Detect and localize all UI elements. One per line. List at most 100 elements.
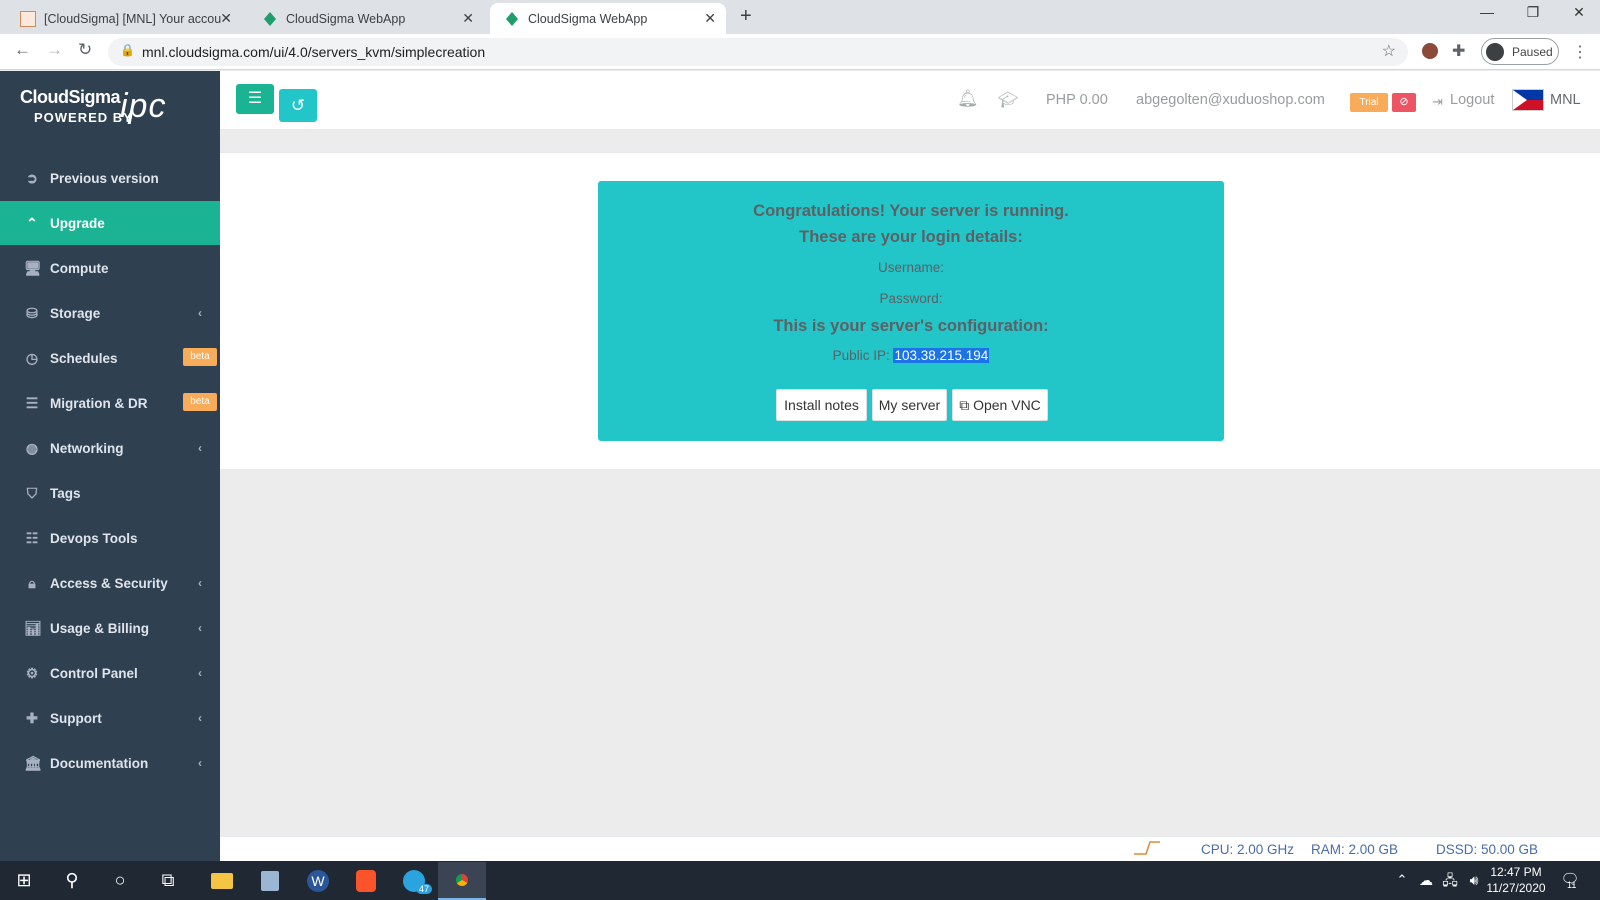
lock-icon[interactable]: 🔒: [120, 43, 135, 57]
telegram-badge: 47: [416, 884, 433, 894]
logo[interactable]: CloudSigma POWERED BY ipc: [0, 71, 220, 131]
close-icon[interactable]: ✕: [704, 10, 716, 27]
sidebar-item-label: Access & Security: [50, 575, 168, 591]
external-link-icon: ⧉: [959, 397, 970, 413]
refresh-icon: ↺: [290, 96, 306, 115]
address-bar[interactable]: 🔒 mnl.cloudsigma.com/ui/4.0/servers_kvm/…: [108, 38, 1408, 66]
chevron-left-icon: ‹: [198, 621, 202, 635]
open-vnc-label: Open VNC: [973, 397, 1041, 413]
sidebar-item-support[interactable]: ✚ Support ‹: [0, 696, 220, 740]
balance[interactable]: PHP 0.00: [1046, 92, 1108, 108]
sidebar-item-schedules[interactable]: ◷ Schedules beta: [0, 336, 220, 380]
resource-graph-icon: [1132, 838, 1162, 856]
location-label[interactable]: MNL: [1550, 92, 1581, 108]
sidebar-item-access-security[interactable]: 🔒︎ Access & Security ‹: [0, 561, 220, 605]
browser-menu-icon[interactable]: ⋮: [1572, 42, 1588, 62]
sidebar-item-compute[interactable]: 🖥︎ Compute: [0, 246, 220, 290]
brave-browser-icon[interactable]: [342, 862, 390, 900]
close-window-button[interactable]: ✕: [1556, 4, 1600, 28]
sidebar-item-usage-billing[interactable]: 📊︎ Usage & Billing ‹: [0, 606, 220, 650]
chrome-icon[interactable]: [438, 862, 486, 900]
sidebar-item-label: Previous version: [50, 170, 159, 186]
logout-link[interactable]: Logout: [1450, 92, 1494, 108]
minimize-button[interactable]: —: [1464, 4, 1510, 28]
restore-button[interactable]: ❐: [1510, 4, 1556, 28]
config-heading: This is your server's configuration:: [773, 317, 1049, 335]
graduation-cap-icon[interactable]: 🎓︎: [998, 90, 1018, 110]
sidebar-item-storage[interactable]: ⛁ Storage ‹: [0, 291, 220, 335]
sidebar-item-label: Tags: [50, 485, 81, 501]
notepad-icon[interactable]: [246, 862, 294, 900]
sidebar-item-label: Usage & Billing: [50, 620, 150, 636]
tab-title: CloudSigma WebApp: [528, 11, 648, 26]
browser-tab-2[interactable]: CloudSigma WebApp ✕: [248, 3, 484, 34]
close-icon[interactable]: ✕: [220, 10, 232, 27]
public-ip-value[interactable]: 103.38.215.194: [893, 348, 990, 363]
browser-tab-3[interactable]: CloudSigma WebApp ✕: [490, 3, 726, 34]
menu-toggle-button[interactable]: ☰: [236, 84, 274, 114]
sidebar-item-label: Schedules: [50, 350, 118, 366]
tab-title: [CloudSigma] [MNL] Your accoun: [44, 11, 222, 26]
sidebar-item-label: Upgrade: [50, 215, 105, 231]
browser-tab-1[interactable]: [CloudSigma] [MNL] Your accoun ✕: [6, 3, 242, 34]
cogs-icon: ⚙: [25, 664, 39, 681]
reload-icon[interactable]: ↻: [78, 40, 92, 60]
sidebar-item-documentation[interactable]: 🏛︎ Documentation ‹: [0, 741, 220, 785]
hamburger-icon: ☰: [247, 90, 263, 107]
install-notes-button[interactable]: Install notes: [776, 389, 867, 421]
user-email[interactable]: abgegolten@xuduoshop.com: [1136, 92, 1325, 108]
system-clock[interactable]: 12:47 PM 11/27/2020: [1481, 864, 1551, 896]
sidebar-item-label: Compute: [50, 260, 109, 276]
bookmark-star-icon[interactable]: ☆: [1382, 41, 1396, 61]
word-icon[interactable]: W: [294, 862, 342, 900]
sidebar-item-upgrade[interactable]: ⌃ Upgrade: [0, 201, 220, 245]
hdd-icon: ⛁: [26, 304, 38, 321]
sidebar-item-control-panel[interactable]: ⚙ Control Panel ‹: [0, 651, 220, 695]
sidebar-item-devops-tools[interactable]: ☷ Devops Tools: [0, 516, 220, 560]
philippines-flag-icon[interactable]: [1512, 89, 1544, 111]
sidebar-item-networking[interactable]: ◍ Networking ‹: [0, 426, 220, 470]
task-view-icon[interactable]: ⧉: [156, 868, 180, 892]
beta-badge: beta: [183, 348, 217, 366]
new-tab-button[interactable]: +: [740, 5, 752, 28]
ram-usage: RAM: 2.00 GB: [1311, 842, 1399, 857]
open-vnc-button[interactable]: ⧉ Open VNC: [952, 389, 1048, 421]
sidebar-item-label: Networking: [50, 440, 124, 456]
username-label: Username:: [877, 260, 945, 275]
tab-title: CloudSigma WebApp: [286, 11, 406, 26]
sidebar-item-label: Documentation: [50, 755, 149, 771]
bank-icon: 🏛︎: [24, 754, 42, 771]
bar-chart-icon: 📊︎: [24, 619, 42, 636]
notification-count: 11: [1567, 880, 1577, 890]
chevron-left-icon: ‹: [198, 306, 202, 320]
chevron-left-icon: ‹: [198, 756, 202, 770]
bell-icon[interactable]: 🔔︎: [957, 89, 979, 109]
profile-button[interactable]: Paused: [1481, 38, 1559, 65]
sidebar-item-label: Devops Tools: [50, 530, 138, 546]
browser-toolbar: ← → ↻ 🔒 mnl.cloudsigma.com/ui/4.0/server…: [0, 34, 1600, 70]
search-icon[interactable]: ⚲: [60, 868, 84, 892]
sidebar-item-previous-version[interactable]: ➲ Previous version: [0, 156, 220, 200]
back-icon[interactable]: ←: [14, 40, 31, 60]
extensions-icon[interactable]: ✚: [1452, 41, 1465, 61]
onedrive-icon[interactable]: ☁: [1414, 868, 1438, 892]
network-icon[interactable]: 🖧︎: [1438, 868, 1462, 892]
telegram-icon[interactable]: 47: [390, 862, 438, 900]
file-explorer-icon[interactable]: [198, 862, 246, 900]
cpu-usage: CPU: 2.00 GHz: [1201, 842, 1295, 857]
windows-start-icon[interactable]: ⊞: [12, 868, 36, 892]
clock-date: 11/27/2020: [1486, 881, 1546, 895]
refresh-button[interactable]: ↺: [279, 89, 317, 122]
my-server-button[interactable]: My server: [872, 389, 947, 421]
show-hidden-icons-icon[interactable]: ⌃: [1390, 868, 1414, 892]
sidebar-item-tags[interactable]: ⛉ Tags: [0, 471, 220, 515]
ban-icon[interactable]: ⊘: [1392, 93, 1416, 112]
cookie-extension-icon[interactable]: [1422, 43, 1438, 59]
forward-icon[interactable]: →: [46, 40, 63, 60]
chevron-left-icon: ‹: [198, 441, 202, 455]
close-icon[interactable]: ✕: [462, 10, 474, 27]
desktop-icon: 🖥︎: [24, 259, 42, 276]
cortana-icon[interactable]: ○: [108, 868, 132, 892]
chevron-up-icon: ⌃: [26, 214, 38, 231]
sidebar-item-migration-dr[interactable]: ☰ Migration & DR beta: [0, 381, 220, 425]
